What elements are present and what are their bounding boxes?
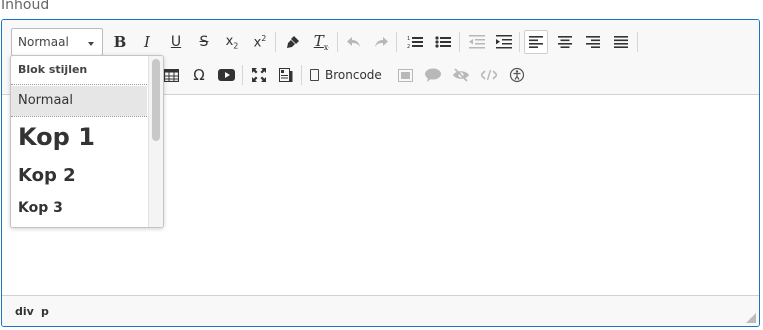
dropdown-divider — [11, 116, 147, 117]
align-center-icon — [558, 36, 572, 48]
table-icon — [163, 68, 179, 82]
toolbar-separator — [519, 32, 520, 52]
source-code-label: Broncode — [325, 68, 382, 82]
bullet-list-button[interactable] — [431, 30, 455, 54]
code-icon — [481, 69, 497, 81]
dropdown-item-label: Normaal — [18, 93, 74, 108]
code-button[interactable] — [477, 63, 501, 87]
dropdown-item-label: Kop 2 — [18, 165, 76, 186]
clear-formatting-icon: Tx — [313, 32, 329, 52]
align-center-button[interactable] — [553, 30, 577, 54]
underline-button[interactable]: U — [164, 30, 188, 54]
dropdown-item-label: Kop 3 — [18, 200, 63, 216]
align-left-button[interactable] — [524, 30, 548, 54]
bullet-list-icon — [435, 36, 451, 48]
format-painter-button[interactable] — [281, 30, 305, 54]
accessibility-checker-button[interactable] — [505, 63, 529, 87]
italic-icon: I — [144, 33, 150, 51]
format-combo[interactable]: Normaal — [11, 28, 103, 56]
superscript-icon: x2 — [253, 33, 267, 51]
comment-button[interactable] — [421, 63, 445, 87]
numbered-list-button[interactable]: 12 — [403, 30, 427, 54]
accessibility-icon — [509, 67, 525, 83]
indent-icon — [496, 35, 512, 49]
clear-formatting-button[interactable]: Tx — [309, 30, 333, 54]
preview-button[interactable] — [274, 63, 298, 87]
image-button[interactable] — [393, 63, 417, 87]
dropdown-item-kop-2[interactable]: Kop 2 — [11, 160, 147, 194]
editor-statusbar: div p — [2, 295, 759, 326]
brush-icon — [287, 36, 299, 48]
field-label: Inhoud — [1, 0, 50, 13]
dropdown-scrollbar-thumb[interactable] — [152, 59, 160, 141]
dropdown-item-kop-3[interactable]: Kop 3 — [11, 196, 147, 224]
toolbar-separator — [275, 32, 276, 52]
toolbar-separator — [396, 32, 397, 52]
media-button[interactable] — [214, 63, 238, 87]
svg-text:1: 1 — [407, 36, 410, 42]
redo-icon — [375, 37, 388, 47]
format-combo-value: Normaal — [18, 35, 69, 49]
fullscreen-icon — [252, 68, 266, 82]
source-code-button[interactable]: Broncode — [310, 64, 382, 86]
chevron-down-icon — [88, 42, 94, 46]
numbered-list-icon: 12 — [407, 36, 423, 49]
subscript-button[interactable]: x2 — [220, 30, 244, 54]
align-right-icon — [586, 36, 600, 48]
superscript-button[interactable]: x2 — [248, 30, 272, 54]
preview-icon — [279, 67, 293, 82]
svg-text:2: 2 — [407, 44, 410, 49]
align-justify-button[interactable] — [609, 30, 633, 54]
bold-icon: B — [113, 33, 127, 51]
eye-slash-icon — [453, 68, 469, 82]
hide-comments-button[interactable] — [449, 63, 473, 87]
omega-icon: Ω — [193, 66, 205, 84]
block-styles-dropdown: Blok stijlen Normaal Kop 1 Kop 2 Kop 3 — [10, 55, 164, 228]
dropdown-item-kop-1[interactable]: Kop 1 — [11, 118, 147, 158]
dropdown-divider — [11, 84, 147, 85]
toolbar-separator — [459, 32, 460, 52]
align-right-button[interactable] — [581, 30, 605, 54]
outdent-icon — [469, 35, 485, 49]
strikethrough-button[interactable]: S — [192, 30, 216, 54]
indent-button[interactable] — [492, 30, 516, 54]
dropdown-item-label: Kop 1 — [18, 123, 95, 151]
toolbar-separator — [337, 32, 338, 52]
dropdown-header: Blok stijlen — [18, 63, 88, 76]
fullscreen-button[interactable] — [247, 63, 271, 87]
dropdown-item-normaal[interactable]: Normaal — [11, 86, 147, 116]
undo-button[interactable] — [342, 30, 366, 54]
dropdown-scrollbar[interactable] — [148, 56, 163, 227]
document-icon — [310, 69, 319, 81]
image-icon — [397, 68, 413, 82]
path-element-div[interactable]: div — [15, 305, 34, 318]
path-element-p[interactable]: p — [41, 305, 49, 318]
align-left-icon — [529, 36, 543, 48]
video-icon — [217, 69, 235, 81]
redo-button[interactable] — [369, 30, 393, 54]
align-justify-icon — [614, 36, 628, 48]
toolbar-separator — [637, 32, 638, 52]
outdent-button[interactable] — [465, 30, 489, 54]
undo-icon — [347, 37, 360, 47]
toolbar-separator — [301, 65, 302, 85]
underline-icon: U — [170, 34, 182, 50]
special-character-button[interactable]: Ω — [187, 63, 211, 87]
strikethrough-icon: S — [199, 34, 209, 50]
comment-icon — [425, 68, 441, 82]
resize-grip-icon[interactable] — [746, 313, 756, 323]
bold-button[interactable]: B — [108, 30, 132, 54]
toolbar-separator — [242, 65, 243, 85]
italic-button[interactable]: I — [135, 30, 159, 54]
subscript-icon: x2 — [225, 33, 239, 51]
